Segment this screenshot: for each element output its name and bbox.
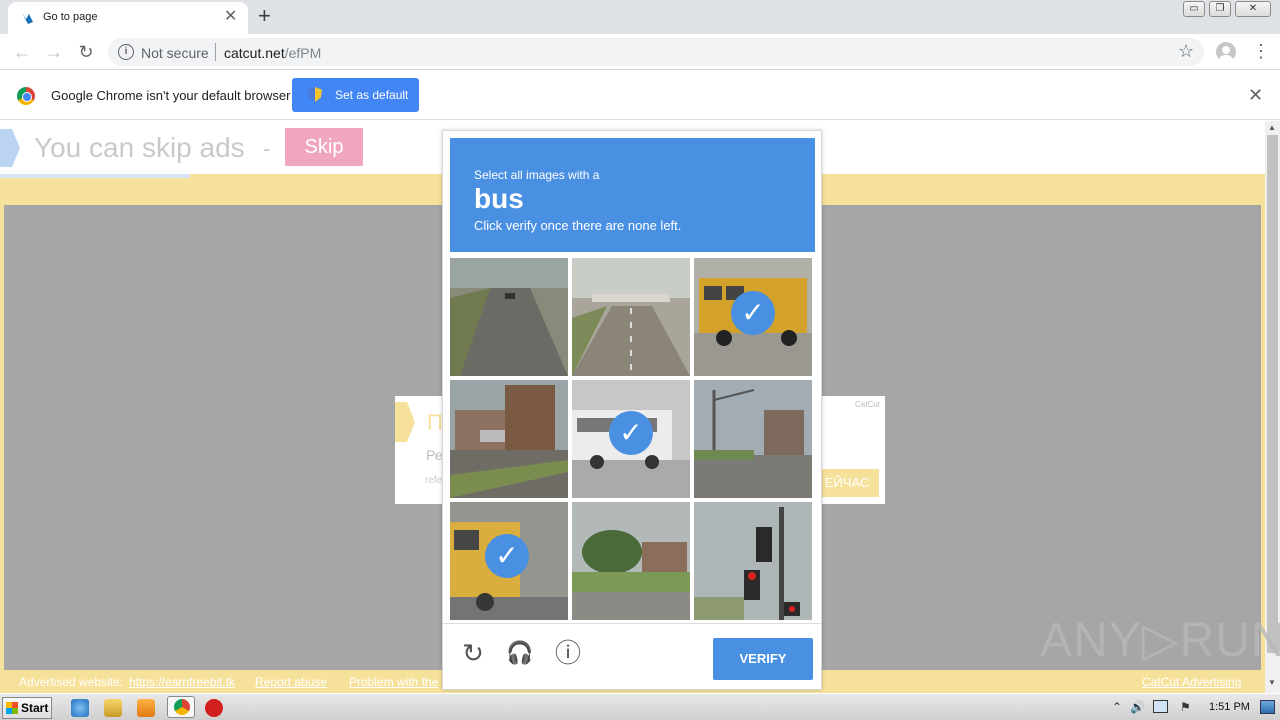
windows-logo-icon: [6, 702, 18, 714]
explorer-folder-icon[interactable]: [104, 699, 122, 717]
scroll-down-icon[interactable]: ▼: [1268, 678, 1276, 687]
start-button[interactable]: Start: [2, 697, 52, 719]
captcha-footer: ↻ 🎧 ⓘ VERIFY: [443, 623, 821, 689]
captcha-tile-white-bus[interactable]: ✓: [572, 380, 690, 498]
action-center-flag-icon[interactable]: ⚑: [1180, 700, 1191, 714]
url-text: catcut.net/efPM: [224, 45, 321, 61]
reload-button[interactable]: ↻: [74, 40, 98, 64]
profile-avatar-icon[interactable]: [1216, 42, 1236, 62]
captcha-audio-icon[interactable]: 🎧: [506, 639, 534, 667]
captcha-tile-road-overpass[interactable]: [572, 258, 690, 376]
start-label: Start: [21, 701, 49, 715]
captcha-instruction: Select all images with a: [474, 168, 600, 182]
address-bar[interactable]: i Not secure catcut.net/efPM ☆: [108, 38, 1204, 66]
captcha-keyword: bus: [474, 183, 524, 214]
set-as-default-button[interactable]: Set as default: [292, 78, 419, 112]
ad-title: П: [427, 410, 443, 435]
media-player-icon[interactable]: [137, 699, 155, 717]
recaptcha-challenge: Select all images with a bus Click verif…: [442, 130, 822, 690]
ad-arrow-icon: [395, 402, 415, 442]
infobar-close-icon[interactable]: ✕: [1248, 85, 1263, 106]
tab-close-icon[interactable]: ✕: [224, 8, 237, 26]
bookmark-star-icon[interactable]: ☆: [1178, 41, 1194, 62]
verify-button[interactable]: VERIFY: [713, 638, 813, 680]
scroll-up-icon[interactable]: ▲: [1268, 123, 1276, 132]
captcha-header: Select all images with a bus Click verif…: [450, 138, 815, 252]
set-as-default-label: Set as default: [335, 88, 409, 102]
window-close-button[interactable]: ✕: [1235, 1, 1271, 17]
captcha-reload-icon[interactable]: ↻: [459, 639, 487, 667]
opera-icon[interactable]: [205, 699, 223, 717]
new-tab-button[interactable]: +: [258, 4, 271, 28]
url-path: /efPM: [284, 45, 322, 61]
site-info-icon[interactable]: i: [118, 44, 134, 60]
chrome-taskbar-button[interactable]: [167, 696, 195, 718]
window-restore-button[interactable]: ❐: [1209, 1, 1231, 17]
volume-icon[interactable]: 🔊: [1130, 700, 1145, 714]
ie-icon[interactable]: [71, 699, 89, 717]
windows-taskbar: Start ⌃ 🔊 ⚑ 1:51 PM: [0, 693, 1280, 720]
ad-ref: refe: [425, 475, 443, 486]
browser-toolbar: ← → ↻ i Not secure catcut.net/efPM ☆ ⋮: [0, 34, 1280, 70]
skip-ads-text: You can skip ads: [34, 132, 245, 163]
captcha-info-icon[interactable]: ⓘ: [554, 639, 582, 667]
header-strip: [0, 174, 190, 178]
forward-button[interactable]: →: [42, 40, 66, 64]
captcha-tile-school-bus[interactable]: ✓: [694, 258, 812, 376]
taskbar-clock[interactable]: 1:51 PM: [1209, 701, 1250, 713]
captcha-tile-yellow-bus[interactable]: ✓: [450, 502, 568, 620]
footer-advertised: Advertised website:: [19, 675, 124, 689]
selected-check-icon: ✓: [731, 291, 775, 335]
uac-shield-icon: [308, 87, 322, 102]
captcha-tile-trees-lot[interactable]: [572, 502, 690, 620]
url-separator: [215, 43, 216, 61]
chrome-icon: [174, 699, 190, 715]
catcut-favicon-icon: [22, 13, 33, 24]
back-button[interactable]: ←: [10, 40, 34, 64]
report-abuse-link[interactable]: Report abuse: [255, 675, 327, 689]
skip-arrow-icon: [0, 129, 20, 167]
selected-check-icon: ✓: [609, 411, 653, 455]
tray-expand-icon[interactable]: ⌃: [1112, 700, 1122, 714]
url-host: catcut.net: [224, 45, 285, 61]
captcha-tile-street-buildings[interactable]: [450, 380, 568, 498]
page-scrollbar[interactable]: ▲ ▼: [1265, 121, 1280, 693]
anyrun-watermark: ANY▷RUN: [1040, 614, 1280, 667]
chrome-logo-icon: [17, 87, 35, 105]
catcut-advertising-link[interactable]: CatCut Advertising: [1142, 675, 1241, 689]
ad-brand: CatCut: [855, 400, 880, 409]
window-minimize-button[interactable]: ▭: [1183, 1, 1205, 17]
captcha-tile-intersection[interactable]: [694, 380, 812, 498]
captcha-tile-traffic-light[interactable]: [694, 502, 812, 620]
infobar-message: Google Chrome isn't your default browser: [51, 88, 291, 103]
chrome-menu-icon[interactable]: ⋮: [1252, 40, 1270, 62]
skip-button[interactable]: Skip: [285, 128, 363, 166]
security-label: Not secure: [141, 45, 209, 61]
tab-strip: Go to page ✕ + ▭ ❐ ✕: [0, 0, 1280, 34]
captcha-hint: Click verify once there are none left.: [474, 218, 682, 233]
footer-advertised-link[interactable]: https://earnfreebit.tk: [129, 675, 235, 689]
tab-title: Go to page: [43, 11, 98, 23]
problem-link[interactable]: Problem with the: [349, 675, 438, 689]
selected-check-icon: ✓: [485, 534, 529, 578]
ad-subtitle: Ре: [426, 447, 443, 463]
scroll-thumb[interactable]: [1267, 135, 1278, 653]
skip-dash: -: [263, 136, 271, 161]
show-desktop-icon[interactable]: [1260, 700, 1275, 714]
network-icon[interactable]: [1153, 700, 1168, 713]
captcha-tile-highway-road[interactable]: [450, 258, 568, 376]
ad-action-button[interactable]: ЕЙЧАС: [815, 469, 879, 497]
default-browser-infobar: Google Chrome isn't your default browser…: [0, 71, 1280, 120]
browser-tab[interactable]: Go to page ✕: [8, 2, 248, 34]
